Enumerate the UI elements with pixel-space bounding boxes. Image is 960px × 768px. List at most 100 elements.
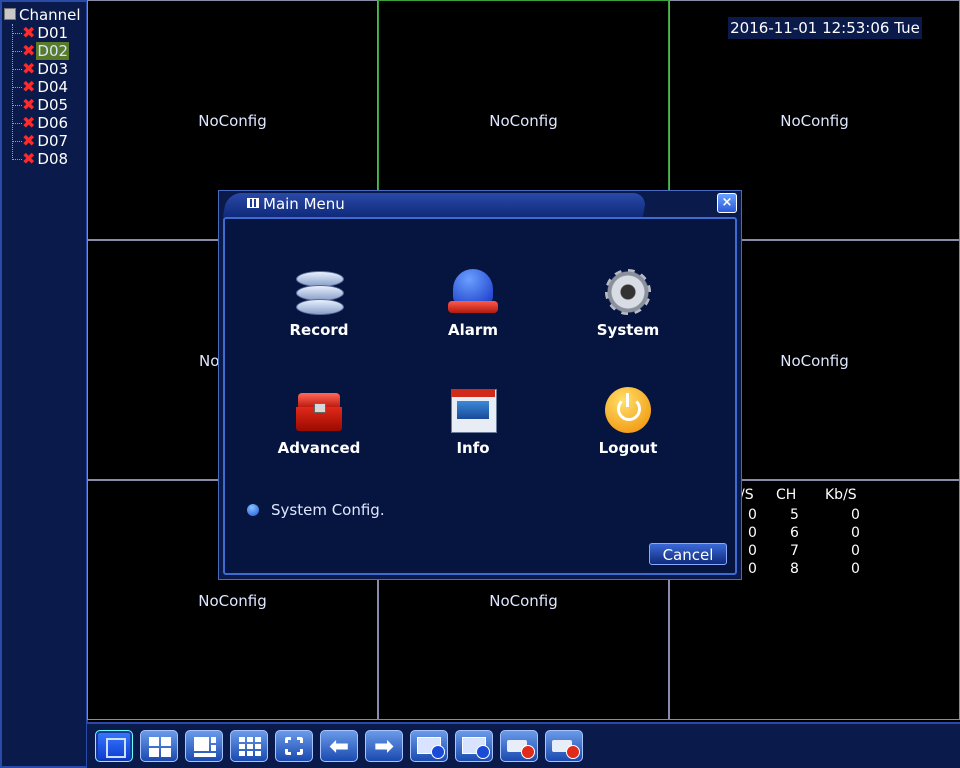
channel-tree-root[interactable]: Channel [4,6,81,24]
previous-button[interactable]: ⬅ [320,730,358,762]
stop-badge [476,745,490,759]
red-x-icon: ✖ [22,113,36,132]
channel-label: D05 [37,96,69,114]
stop-record-button[interactable] [545,730,583,762]
record-button[interactable] [500,730,538,762]
channel-item-d06[interactable]: ✖ D06 [12,114,69,132]
menu-item-label: Info [456,439,490,457]
tree-collapse-icon[interactable] [4,8,16,20]
right-arrow-icon: ➡ [373,732,395,760]
close-button[interactable]: × [717,193,737,213]
view-8-icon [194,737,216,757]
dialog-body: Record Alarm System Advanced Info Logout… [223,217,737,575]
stop-tour-button[interactable] [455,730,493,762]
quad-view-button[interactable] [140,730,178,762]
red-x-icon: ✖ [22,41,36,60]
stats-cell: 5 [790,507,799,523]
channel-label: D06 [37,114,69,132]
red-x-icon: ✖ [22,95,36,114]
power-icon [603,385,653,435]
menu-item-record[interactable]: Record [269,267,369,339]
stats-cell: 7 [790,543,799,559]
toolbox-icon [294,385,344,435]
stats-cell: 0 [748,507,757,523]
channel-label: D03 [37,60,69,78]
dialog-title-text: Main Menu [263,195,345,213]
channel-item-d03[interactable]: ✖ D03 [12,60,69,78]
channel-sidebar: Channel ✖ D01 ✖ D02 ✖ D03 ✖ D04 ✖ D05 ✖ D06 ✖ D… [0,0,88,768]
channel-label: D02 [36,42,70,60]
channel-item-d01[interactable]: ✖ D01 [12,24,69,42]
view-8-button[interactable] [185,730,223,762]
single-view-icon [106,738,126,758]
bottom-toolbar: ⬅ ➡ [87,722,960,768]
play-badge [431,745,445,759]
view-9-button[interactable] [230,730,268,762]
status-line: System Config. [247,501,385,519]
info-icon [247,504,259,516]
channel-label: D04 [37,78,69,96]
stats-cell: 0 [748,525,757,541]
red-x-icon: ✖ [22,77,36,96]
record-badge [521,745,535,759]
main-menu-dialog: Main Menu × Record Alarm System Advanced… [218,190,742,580]
stats-cell: 0 [748,543,757,559]
left-arrow-icon: ⬅ [328,732,350,760]
red-x-icon: ✖ [22,149,36,168]
menu-item-system[interactable]: System [578,267,678,339]
menu-icon [247,198,259,208]
fullscreen-icon [285,737,303,755]
stats-cell: 0 [851,525,860,541]
next-button[interactable]: ➡ [365,730,403,762]
stats-cell: 0 [851,543,860,559]
stats-header-kbs-partial: /S [740,487,754,503]
channel-label: D08 [37,150,69,168]
channel-item-d07[interactable]: ✖ D07 [12,132,69,150]
stats-cell: 0 [748,561,757,577]
menu-item-label: System [596,321,660,339]
red-x-icon: ✖ [22,23,36,42]
menu-item-label: Advanced [277,439,361,457]
cancel-button[interactable]: Cancel [649,543,727,565]
menu-item-label: Record [289,321,349,339]
channel-item-d08[interactable]: ✖ D08 [12,150,69,168]
channel-item-d05[interactable]: ✖ D05 [12,96,69,114]
cell-status: NoConfig [198,592,267,610]
view-9-icon [239,737,261,757]
start-tour-button[interactable] [410,730,448,762]
dialog-title: Main Menu [247,194,345,214]
single-view-button[interactable] [95,730,133,762]
channel-label: D01 [37,24,69,42]
film-reel-icon [294,267,344,317]
stats-cell: 0 [851,561,860,577]
cell-status: NoConfig [489,592,558,610]
gear-icon [603,267,653,317]
menu-item-label: Logout [598,439,658,457]
status-text: System Config. [271,501,385,519]
cell-status: No [199,352,220,370]
stats-cell: 0 [851,507,860,523]
window-info-icon [448,385,498,435]
fullscreen-button[interactable] [275,730,313,762]
channel-label: D07 [37,132,69,150]
menu-item-alarm[interactable]: Alarm [423,267,523,339]
stats-cell: 6 [790,525,799,541]
menu-item-logout[interactable]: Logout [578,385,678,457]
channel-root-label: Channel [19,6,81,24]
stats-cell: 8 [790,561,799,577]
red-x-icon: ✖ [22,131,36,150]
siren-icon [448,267,498,317]
channel-item-d04[interactable]: ✖ D04 [12,78,69,96]
red-x-icon: ✖ [22,59,36,78]
datetime-display: 2016-11-01 12:53:06 Tue [728,17,922,39]
menu-item-label: Alarm [448,321,498,339]
stats-header-ch: CH [776,487,797,503]
cell-status: NoConfig [489,112,558,130]
stop-record-badge [566,745,580,759]
cell-status: NoConfig [780,112,849,130]
menu-item-info[interactable]: Info [423,385,523,457]
menu-item-advanced[interactable]: Advanced [269,385,369,457]
channel-item-d02[interactable]: ✖ D02 [12,41,70,60]
quad-view-icon [149,737,171,757]
stats-header-kbs: Kb/S [825,487,857,503]
